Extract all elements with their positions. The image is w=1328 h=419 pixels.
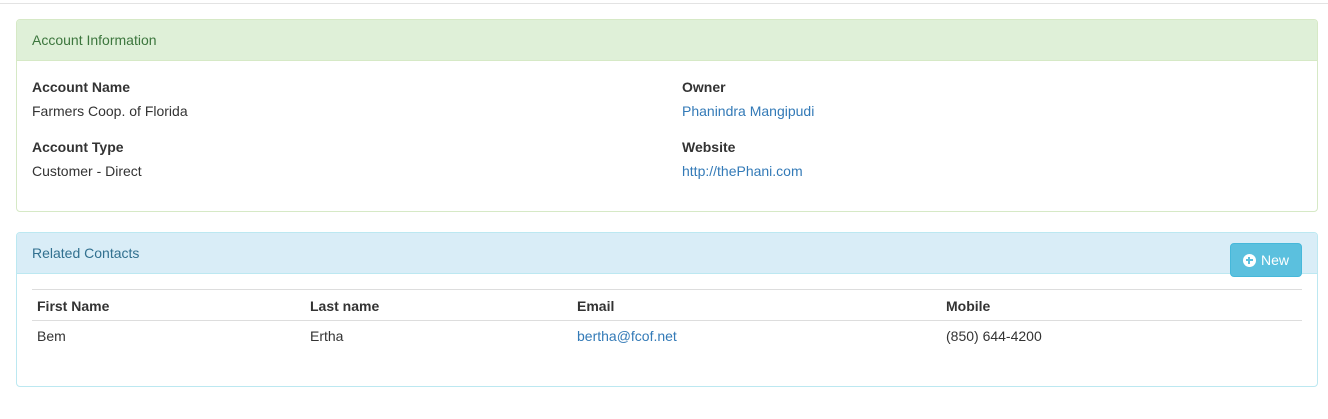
account-type-field: Account Type Customer - Direct: [32, 139, 142, 179]
cell-email-link[interactable]: bertha@fcof.net: [572, 321, 941, 352]
account-type-label: Account Type: [32, 139, 124, 155]
column-header-email: Email: [572, 289, 941, 321]
plus-circle-icon: [1242, 253, 1256, 267]
column-header-first-name: First Name: [32, 289, 305, 321]
table-header-row: First Name Last name Email Mobile: [32, 289, 1302, 321]
website-label: Website: [682, 139, 736, 155]
owner-label: Owner: [682, 79, 726, 95]
contacts-table: First Name Last name Email Mobile Bem Er…: [32, 289, 1302, 352]
related-contacts-panel: Related Contacts New First Name Last nam…: [16, 232, 1318, 387]
table-row: Bem Ertha bertha@fcof.net (850) 644-4200: [32, 321, 1302, 352]
panel-title: Related Contacts: [32, 245, 140, 261]
website-field: Website http://thePhani.com: [682, 139, 803, 179]
account-information-heading: Account Information: [17, 20, 1317, 61]
owner-link[interactable]: Phanindra Mangipudi: [682, 103, 814, 119]
account-name-label: Account Name: [32, 79, 131, 95]
cell-mobile: (850) 644-4200: [946, 328, 1042, 345]
account-information-panel: Account Information Account Name Farmers…: [16, 19, 1318, 212]
column-header-last-name: Last name: [305, 289, 572, 321]
cell-last-name: Ertha: [310, 328, 344, 345]
account-type-value: Customer - Direct: [32, 163, 142, 179]
account-name-value: Farmers Coop. of Florida: [32, 103, 188, 119]
panel-title: Account Information: [32, 32, 157, 48]
related-contacts-heading: Related Contacts: [17, 233, 1317, 274]
owner-field: Owner Phanindra Mangipudi: [682, 79, 814, 119]
column-header-mobile: Mobile: [941, 289, 1302, 321]
top-divider: [0, 3, 1328, 4]
new-contact-button[interactable]: New: [1230, 243, 1302, 277]
cell-first-name: Bem: [37, 328, 66, 345]
new-button-label: New: [1260, 252, 1289, 268]
account-name-field: Account Name Farmers Coop. of Florida: [32, 79, 188, 119]
website-link[interactable]: http://thePhani.com: [682, 163, 803, 179]
